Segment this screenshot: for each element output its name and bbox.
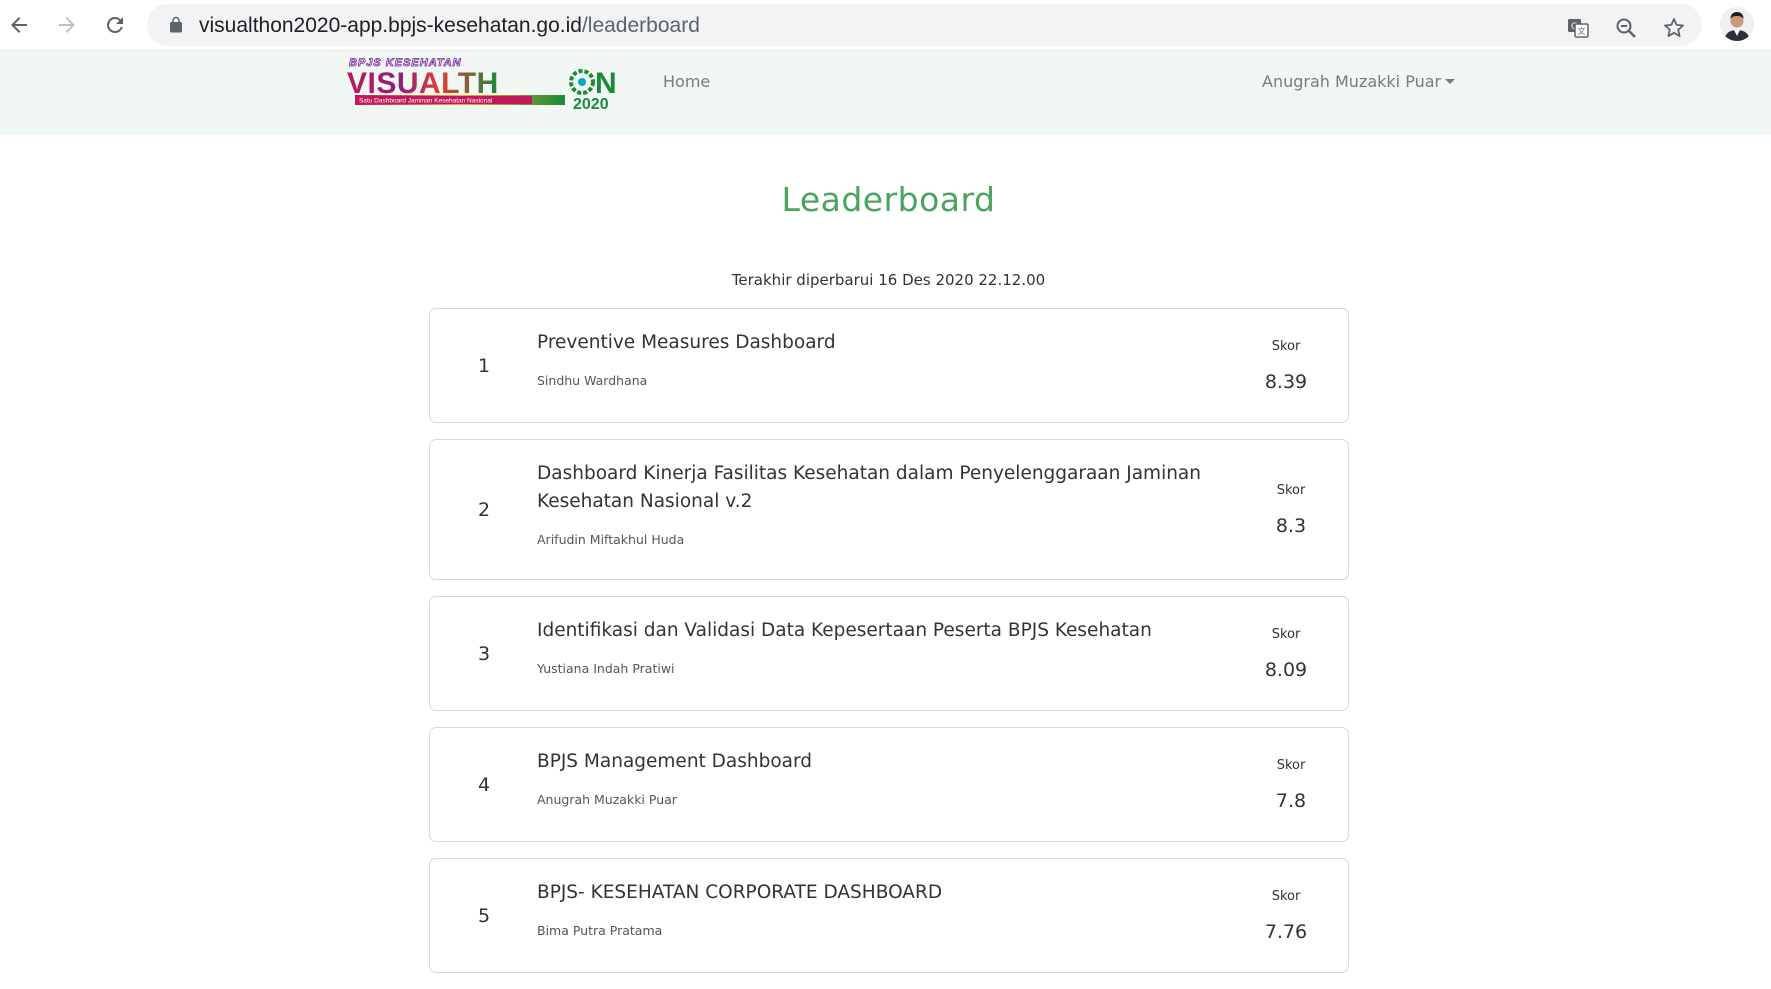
rank-number: 2 xyxy=(477,498,491,521)
site-navbar: BPJS KESEHATAN VISUALTH N Satu Dashboard… xyxy=(0,51,1771,135)
logo-tagline: Satu Dashboard Jaminan Kesehatan Nasiona… xyxy=(359,98,493,105)
score-value: 7.8 xyxy=(1275,789,1307,812)
score-label: Skor xyxy=(1276,482,1306,498)
score-value: 8.39 xyxy=(1264,370,1308,393)
entry-author: Anugrah Muzakki Puar xyxy=(537,792,677,807)
nav-home-link[interactable]: Home xyxy=(663,72,710,91)
score-value: 8.3 xyxy=(1275,514,1307,537)
zoom-out-icon[interactable] xyxy=(1613,15,1639,41)
translate-icon[interactable]: G文 xyxy=(1565,15,1591,41)
rank-number: 4 xyxy=(477,773,491,796)
entry-title: Dashboard Kinerja Fasilitas Kesehatan da… xyxy=(537,463,1201,512)
score-label: Skor xyxy=(1271,626,1301,642)
page-title: Leaderboard xyxy=(781,180,996,219)
bookmark-star-icon[interactable] xyxy=(1661,15,1687,41)
url-path: /leaderboard xyxy=(581,14,700,37)
entry-title: BPJS- KESEHATAN CORPORATE DASHBOARD xyxy=(537,882,943,903)
last-updated-text: Terakhir diperbarui 16 Des 2020 22.12.00 xyxy=(731,271,1046,289)
entry-title: BPJS Management Dashboard xyxy=(537,751,813,772)
rank-number: 1 xyxy=(477,354,491,377)
entry-author: Bima Putra Pratama xyxy=(537,923,663,938)
address-bar[interactable]: visualthon2020-app.bpjs-kesehatan.go.id/… xyxy=(147,4,1702,46)
rank-number: 3 xyxy=(477,642,491,665)
leaderboard-entry[interactable]: 4 BPJS Management Dashboard Anugrah Muza… xyxy=(429,727,1349,842)
leaderboard-entry[interactable]: 3 Identifikasi dan Validasi Data Kepeser… xyxy=(429,596,1349,711)
user-dropdown[interactable]: Anugrah Muzakki Puar xyxy=(1262,72,1456,91)
score-value: 7.76 xyxy=(1264,920,1308,943)
svg-text:文: 文 xyxy=(1578,26,1586,36)
leaderboard-list: 1 Preventive Measures Dashboard Sindhu W… xyxy=(429,308,1349,989)
reload-icon[interactable] xyxy=(101,11,129,39)
profile-avatar[interactable] xyxy=(1720,7,1754,41)
entry-author: Arifudin Miftakhul Huda xyxy=(537,532,685,547)
rank-number: 5 xyxy=(477,904,491,927)
url-host: visualthon2020-app.bpjs-kesehatan.go.id xyxy=(199,14,582,37)
entry-author: Yustiana Indah Pratiwi xyxy=(537,661,675,676)
score-label: Skor xyxy=(1271,888,1301,904)
browser-toolbar: visualthon2020-app.bpjs-kesehatan.go.id/… xyxy=(0,0,1771,51)
url-text[interactable]: visualthon2020-app.bpjs-kesehatan.go.id/… xyxy=(199,14,700,38)
score-label: Skor xyxy=(1276,757,1306,773)
back-arrow-icon[interactable] xyxy=(5,11,33,39)
score-value: 8.09 xyxy=(1264,658,1308,681)
entry-author: Sindhu Wardhana xyxy=(537,373,648,388)
lock-icon xyxy=(170,16,182,33)
leaderboard-entry[interactable]: 1 Preventive Measures Dashboard Sindhu W… xyxy=(429,308,1349,423)
user-name: Anugrah Muzakki Puar xyxy=(1262,72,1442,91)
leaderboard-entry[interactable]: 2 Dashboard Kinerja Fasilitas Kesehatan … xyxy=(429,439,1349,580)
entry-title: Identifikasi dan Validasi Data Kepeserta… xyxy=(537,620,1152,641)
leaderboard-entry[interactable]: 5 BPJS- KESEHATAN CORPORATE DASHBOARD Bi… xyxy=(429,858,1349,973)
logo-year: 2020 xyxy=(573,96,609,113)
entry-title: Preventive Measures Dashboard xyxy=(537,332,836,353)
caret-down-icon xyxy=(1445,79,1456,84)
visualthon-logo[interactable]: BPJS KESEHATAN VISUALTH N Satu Dashboard… xyxy=(347,55,627,113)
forward-arrow-icon[interactable] xyxy=(53,11,81,39)
score-label: Skor xyxy=(1271,338,1301,354)
